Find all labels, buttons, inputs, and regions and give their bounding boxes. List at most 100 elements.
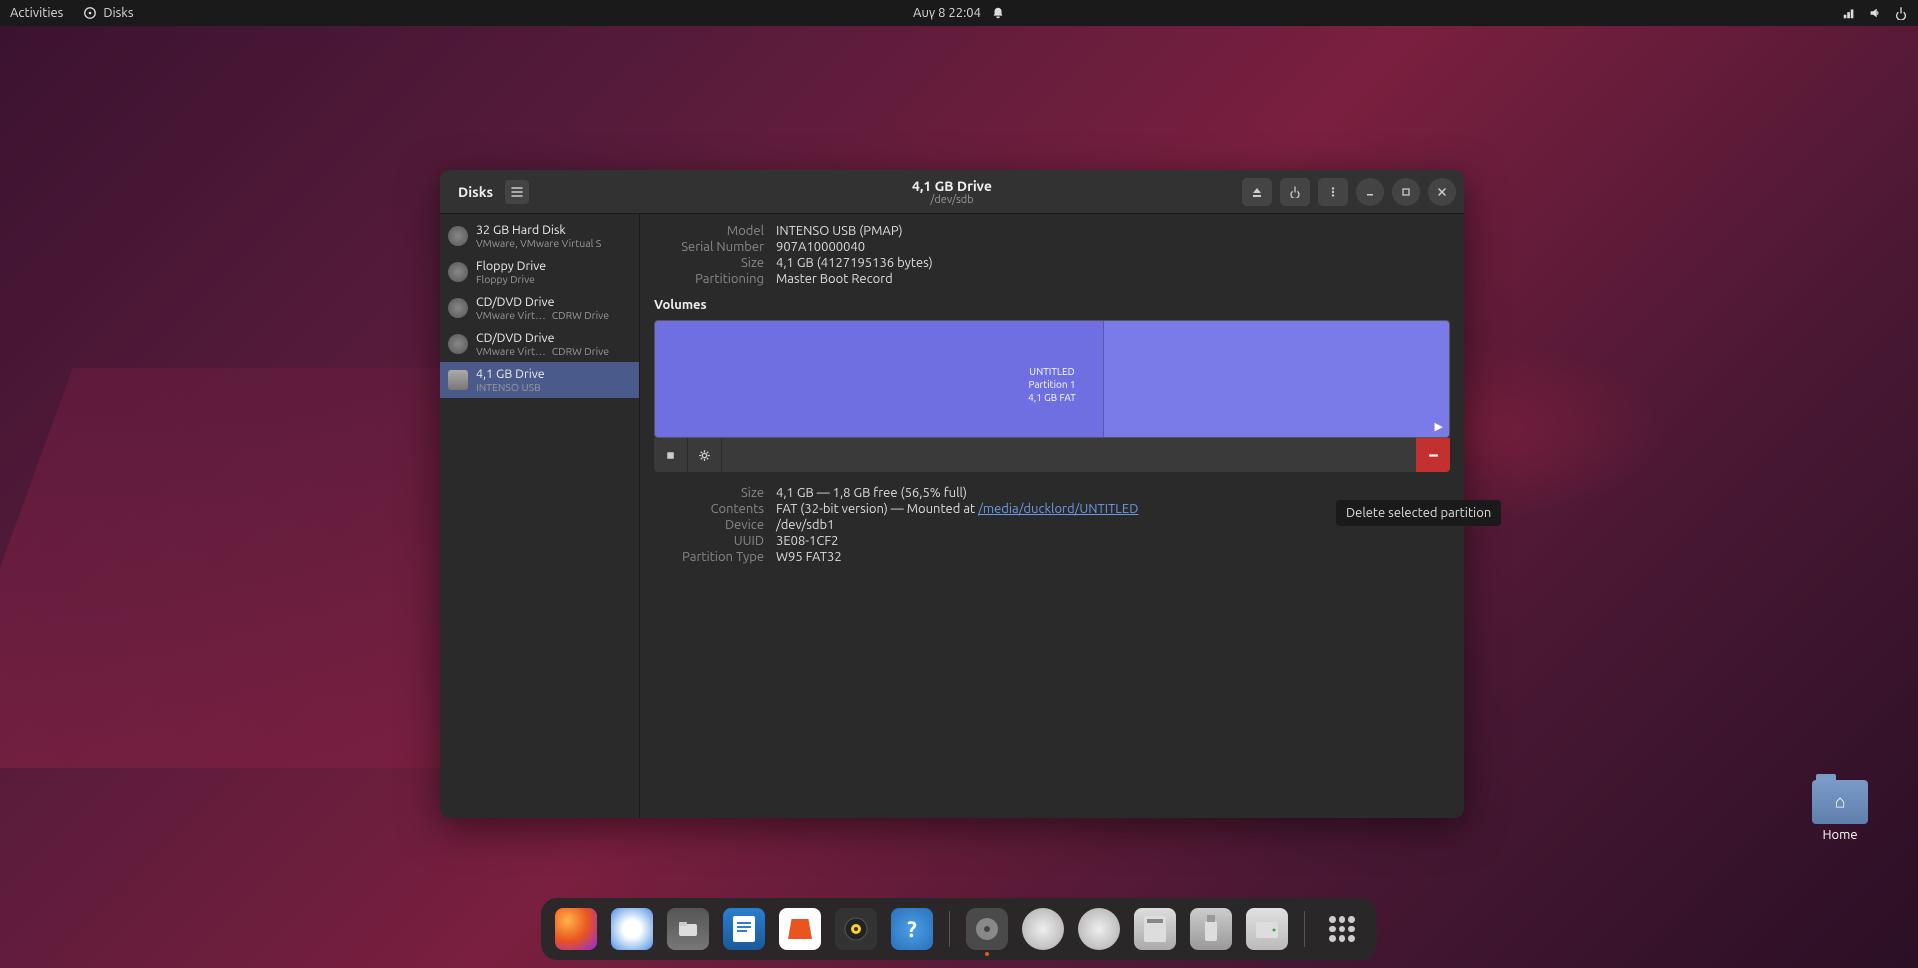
sidebar-drive-hdd[interactable]: 32 GB Hard Disk VMware, VMware Virtual S bbox=[440, 218, 639, 254]
drive-menu-button[interactable] bbox=[1318, 178, 1348, 206]
notification-bell-icon[interactable] bbox=[991, 6, 1005, 20]
dock-libreoffice-writer[interactable] bbox=[723, 908, 765, 950]
drive-sub: INTENSO USB bbox=[476, 381, 545, 393]
network-icon[interactable] bbox=[1842, 6, 1856, 20]
value-size: 4,1 GB (4127195136 bytes) bbox=[776, 256, 1450, 270]
sidebar-drive-usb[interactable]: 4,1 GB Drive INTENSO USB bbox=[440, 362, 639, 398]
dock-usb-drive[interactable] bbox=[1190, 908, 1232, 950]
sidebar-drive-cd1[interactable]: CD/DVD Drive VMware Virt… CDRW Drive bbox=[440, 290, 639, 326]
dock-files[interactable] bbox=[667, 908, 709, 950]
kebab-icon bbox=[1327, 186, 1339, 198]
window-title-device: /dev/sdb bbox=[912, 194, 992, 206]
clock[interactable]: Αυγ 8 22:04 bbox=[913, 6, 981, 20]
power-off-drive-button[interactable] bbox=[1280, 178, 1310, 206]
dock: ? bbox=[541, 898, 1377, 960]
mount-indicator-icon[interactable]: ▶ bbox=[1435, 420, 1443, 433]
value-serial: 907A10000040 bbox=[776, 240, 1450, 254]
drive-sub: Floppy Drive bbox=[476, 273, 546, 285]
tooltip-delete-partition: Delete selected partition bbox=[1336, 500, 1501, 526]
window-title-drive: 4,1 GB Drive bbox=[912, 178, 992, 194]
desktop-home-folder[interactable]: ⌂ Home bbox=[1812, 780, 1868, 842]
minimize-icon bbox=[1364, 186, 1376, 198]
drive-sub: VMware, VMware Virtual S bbox=[476, 237, 601, 249]
dock-ubuntu-software[interactable] bbox=[779, 908, 821, 950]
dock-help[interactable]: ? bbox=[891, 908, 933, 950]
disks-indicator-icon bbox=[83, 6, 97, 20]
dock-mounted-drive-2[interactable] bbox=[1078, 908, 1120, 950]
question-icon: ? bbox=[907, 917, 917, 942]
disks-app-icon bbox=[973, 915, 1001, 943]
mount-point-link[interactable]: /media/ducklord/UNTITLED bbox=[978, 502, 1138, 516]
eject-button[interactable] bbox=[1242, 178, 1272, 206]
dock-firefox[interactable] bbox=[555, 908, 597, 950]
dock-separator bbox=[949, 911, 950, 947]
value-uuid: 3E08-1CF2 bbox=[776, 534, 1450, 548]
dock-separator bbox=[1304, 911, 1305, 947]
apps-grid-icon bbox=[1329, 916, 1355, 942]
drive-name: CD/DVD Drive bbox=[476, 331, 609, 345]
dock-show-applications[interactable] bbox=[1321, 908, 1363, 950]
volume-icon[interactable] bbox=[1868, 6, 1882, 20]
volumes-heading: Volumes bbox=[654, 298, 1450, 312]
app-menu[interactable]: Disks bbox=[83, 6, 133, 20]
drive-name: 4,1 GB Drive bbox=[476, 367, 545, 381]
gear-icon bbox=[698, 449, 711, 462]
cd-icon bbox=[448, 334, 468, 354]
close-button[interactable] bbox=[1428, 178, 1456, 206]
close-icon bbox=[1436, 186, 1448, 198]
delete-partition-button[interactable] bbox=[1416, 438, 1450, 472]
label-vol-size: Size bbox=[654, 486, 764, 500]
minimize-button[interactable] bbox=[1356, 178, 1384, 206]
label-size: Size bbox=[654, 256, 764, 270]
stop-icon bbox=[664, 449, 677, 462]
maximize-button[interactable] bbox=[1392, 178, 1420, 206]
files-icon bbox=[675, 916, 701, 942]
label-model: Model bbox=[654, 224, 764, 238]
label-partition-type: Partition Type bbox=[654, 550, 764, 564]
eject-icon bbox=[1251, 186, 1263, 198]
hamburger-icon bbox=[510, 185, 524, 199]
cd-icon bbox=[448, 298, 468, 318]
volume-toolbar bbox=[654, 438, 1450, 472]
drive-badge: CDRW Drive bbox=[552, 309, 609, 321]
sdcard-icon bbox=[1144, 916, 1166, 942]
volume-settings-button[interactable] bbox=[688, 438, 722, 472]
desktop-icon-label: Home bbox=[1822, 828, 1857, 842]
unmount-button[interactable] bbox=[654, 438, 688, 472]
volume-fs: 4,1 GB FAT bbox=[655, 391, 1449, 404]
app-menu-label: Disks bbox=[103, 6, 133, 20]
dock-optical-drive[interactable] bbox=[1246, 908, 1288, 950]
value-partition-type: W95 FAT32 bbox=[776, 550, 1450, 564]
label-contents: Contents bbox=[654, 502, 764, 516]
power-icon bbox=[1289, 186, 1301, 198]
speaker-icon bbox=[843, 916, 869, 942]
volume-partition[interactable]: UNTITLED Partition 1 4,1 GB FAT ▶ bbox=[654, 320, 1450, 438]
activities-button[interactable]: Activities bbox=[10, 6, 63, 20]
sidebar-drive-cd2[interactable]: CD/DVD Drive VMware Virt… CDRW Drive bbox=[440, 326, 639, 362]
drive-name: Floppy Drive bbox=[476, 259, 546, 273]
drive-badge: CDRW Drive bbox=[552, 345, 609, 357]
value-vol-size: 4,1 GB — 1,8 GB free (56,5% full) bbox=[776, 486, 1450, 500]
sidebar-drive-floppy[interactable]: Floppy Drive Floppy Drive bbox=[440, 254, 639, 290]
drive-sub: VMware Virt… bbox=[476, 309, 546, 321]
dock-sdcard[interactable] bbox=[1134, 908, 1176, 950]
label-partitioning: Partitioning bbox=[654, 272, 764, 286]
volume-name: UNTITLED bbox=[655, 365, 1449, 378]
disks-window: Disks 4,1 GB Drive /dev/sdb 32 GB Hard D… bbox=[440, 170, 1464, 818]
gnome-topbar: Activities Disks Αυγ 8 22:04 bbox=[0, 0, 1918, 26]
drive-name: CD/DVD Drive bbox=[476, 295, 609, 309]
drive-sub: VMware Virt… bbox=[476, 345, 546, 357]
power-icon[interactable] bbox=[1894, 6, 1908, 20]
hamburger-menu-button[interactable] bbox=[505, 180, 529, 204]
dock-thunderbird[interactable] bbox=[611, 908, 653, 950]
label-serial: Serial Number bbox=[654, 240, 764, 254]
dock-mounted-drive-1[interactable] bbox=[1022, 908, 1064, 950]
floppy-icon bbox=[448, 262, 468, 282]
minus-icon bbox=[1427, 449, 1440, 462]
value-partitioning: Master Boot Record bbox=[776, 272, 1450, 286]
dock-disks[interactable] bbox=[966, 908, 1008, 950]
optical-icon bbox=[1254, 916, 1280, 942]
drives-sidebar: 32 GB Hard Disk VMware, VMware Virtual S… bbox=[440, 214, 640, 818]
home-glyph-icon: ⌂ bbox=[1835, 792, 1846, 813]
dock-rhythmbox[interactable] bbox=[835, 908, 877, 950]
